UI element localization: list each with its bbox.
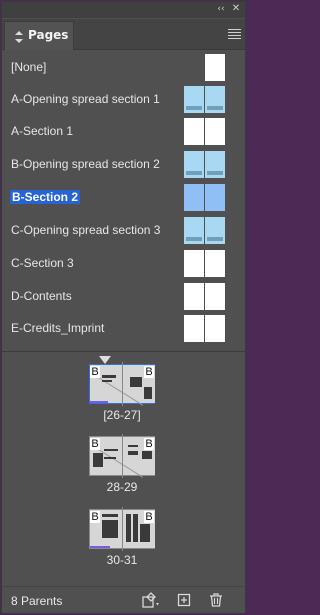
parent-row[interactable]: D-Contents <box>2 280 245 312</box>
parent-label: D-Contents <box>11 289 72 303</box>
parent-label: B-Opening spread section 2 <box>11 157 160 171</box>
parent-row[interactable]: B-Opening spread section 2 <box>2 148 245 180</box>
collapse-panel-button[interactable]: ‹‹ <box>214 3 228 15</box>
tab-pages[interactable]: Pages <box>4 21 74 50</box>
parent-label: A-Section 1 <box>11 124 74 138</box>
parent-prefix: B <box>90 511 100 523</box>
parent-label: C-Section 3 <box>11 256 74 270</box>
new-page-icon[interactable] <box>176 592 192 608</box>
parent-prefix: B <box>144 366 154 378</box>
parent-thumbnail[interactable] <box>184 315 225 342</box>
parent-thumbnail[interactable] <box>184 250 225 277</box>
parent-prefix: B <box>144 511 154 523</box>
updown-arrows-icon <box>14 30 24 44</box>
parent-label: A-Opening spread section 1 <box>11 92 160 106</box>
spread-thumbnail[interactable]: B B <box>89 507 155 551</box>
parent-thumbnail[interactable] <box>184 283 225 310</box>
spread-label: 30-31 <box>106 553 138 567</box>
parent-row[interactable]: [None] <box>2 51 245 83</box>
parent-row[interactable]: A-Section 1 <box>2 115 245 147</box>
edit-page-size-icon[interactable] <box>142 592 159 608</box>
parent-thumbnail[interactable] <box>205 54 225 81</box>
spread-thumbnail[interactable]: B B <box>89 362 155 406</box>
parent-thumbnail[interactable] <box>184 217 225 244</box>
parent-label: [None] <box>11 60 47 74</box>
parents-count: 8 Parents <box>11 594 63 608</box>
parent-thumbnail[interactable] <box>184 86 225 113</box>
spread-label: 28-29 <box>106 480 138 494</box>
parent-row[interactable]: C-Opening spread section 3 <box>2 214 245 246</box>
parent-prefix: B <box>144 438 154 450</box>
spread-thumbnail[interactable]: B B <box>89 434 155 478</box>
pages-panel: ‹‹ ✕ Pages [None] A-Opening spread secti… <box>1 1 246 614</box>
parent-row[interactable]: C-Section 3 <box>2 247 245 279</box>
panel-footer: 8 Parents <box>2 586 245 613</box>
delete-page-icon[interactable] <box>208 592 224 608</box>
parent-row[interactable]: A-Opening spread section 1 <box>2 83 245 115</box>
panel-title-bar: ‹‹ ✕ <box>2 2 245 18</box>
parent-row-selected[interactable]: B-Section 2 <box>2 181 245 213</box>
parent-row[interactable]: E-Credits_Imprint <box>2 312 245 344</box>
tab-strip: Pages <box>2 19 245 50</box>
current-spread-indicator-icon <box>99 356 111 364</box>
parent-label: B-Section 2 <box>10 190 81 204</box>
close-panel-button[interactable]: ✕ <box>230 3 242 15</box>
parent-thumbnail[interactable] <box>184 184 225 211</box>
parent-label: E-Credits_Imprint <box>11 321 105 335</box>
parent-thumbnail[interactable] <box>184 151 225 178</box>
parent-label: C-Opening spread section 3 <box>11 223 161 237</box>
parent-prefix: B <box>90 366 100 378</box>
parent-thumbnail[interactable] <box>184 118 225 145</box>
tab-label: Pages <box>28 28 69 42</box>
parent-prefix: B <box>90 438 100 450</box>
panel-divider[interactable] <box>2 351 245 352</box>
spread-label: [26-27] <box>103 408 141 422</box>
panel-menu-icon[interactable] <box>228 29 241 39</box>
